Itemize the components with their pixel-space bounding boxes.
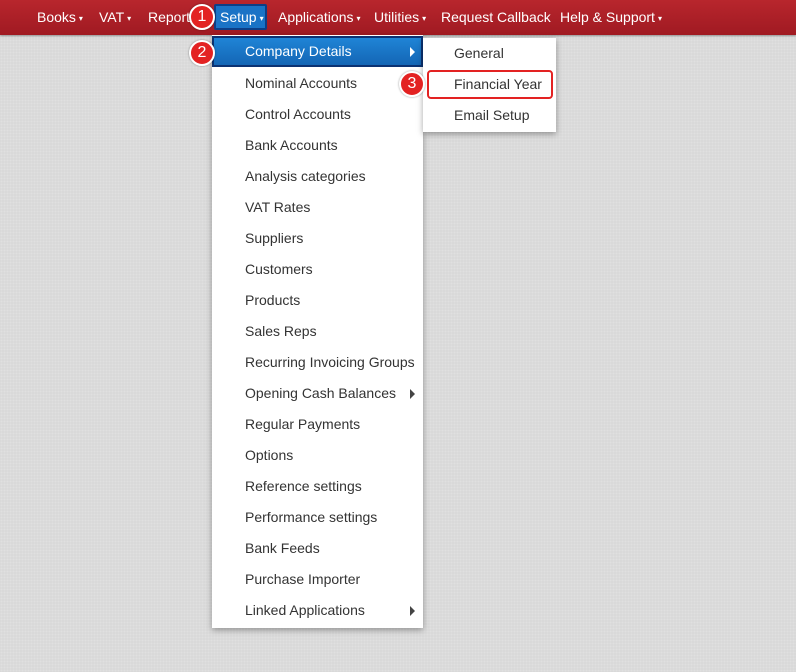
caret-right-icon — [410, 46, 415, 57]
menu-item-label: Opening Cash Balances — [245, 385, 396, 401]
menu-item-label: Regular Payments — [245, 416, 361, 432]
submenu-item-general[interactable]: General — [423, 38, 556, 69]
chevron-down-icon: ▾ — [657, 14, 662, 23]
step-badge-3: 3 — [399, 71, 425, 97]
menu-item-label: Customers — [245, 261, 313, 277]
menu-item-label: Performance settings — [245, 509, 378, 525]
menu-item-regular-payments[interactable]: Regular Payments — [212, 409, 423, 440]
submenu-item-label: Email Setup — [454, 107, 530, 123]
menu-item-label: Options — [245, 447, 294, 463]
menu-item-vat-rates[interactable]: VAT Rates — [212, 192, 423, 223]
financial-year-highlight — [427, 70, 553, 99]
menu-item-label: Products — [245, 292, 301, 308]
menu-item-label: Bank Accounts — [245, 137, 338, 153]
top-navbar: Books ▾ VAT ▾ Reports Setup ▾ Applications ▾… — [0, 0, 796, 35]
nav-setup-label: Setup — [220, 9, 257, 25]
menu-item-company-details[interactable]: Company Details — [212, 36, 423, 67]
chevron-down-icon: ▾ — [78, 14, 83, 23]
menu-item-label: Linked Applications — [245, 602, 365, 618]
menu-item-bank-feeds[interactable]: Bank Feeds — [212, 533, 423, 564]
menu-item-reference-settings[interactable]: Reference settings — [212, 471, 423, 502]
menu-item-analysis-categories[interactable]: Analysis categories — [212, 161, 423, 192]
menu-item-customers[interactable]: Customers — [212, 254, 423, 285]
nav-request-callback-label: Request Callback — [441, 9, 551, 25]
menu-item-opening-cash-balances[interactable]: Opening Cash Balances — [212, 378, 423, 409]
menu-item-bank-accounts[interactable]: Bank Accounts — [212, 130, 423, 161]
menu-item-performance-settings[interactable]: Performance settings — [212, 502, 423, 533]
menu-item-label: Sales Reps — [245, 323, 317, 339]
nav-books-label: Books — [37, 9, 76, 25]
menu-item-nominal-accounts[interactable]: Nominal Accounts — [212, 68, 423, 99]
menu-item-control-accounts[interactable]: Control Accounts — [212, 99, 423, 130]
menu-item-label: Reference settings — [245, 478, 362, 494]
menu-item-label: Control Accounts — [245, 106, 351, 122]
nav-utilities[interactable]: Utilities ▾ — [374, 0, 426, 35]
menu-item-label: Nominal Accounts — [245, 75, 358, 91]
menu-item-products[interactable]: Products — [212, 285, 423, 316]
nav-applications[interactable]: Applications ▾ — [278, 0, 361, 35]
menu-item-label: Purchase Importer — [245, 571, 361, 587]
step-badge-1: 1 — [189, 4, 215, 30]
menu-item-label: Company Details — [245, 43, 352, 59]
menu-item-linked-applications[interactable]: Linked Applications — [212, 595, 423, 626]
submenu-item-email-setup[interactable]: Email Setup — [423, 100, 556, 131]
chevron-down-icon: ▾ — [356, 14, 361, 23]
step-badge-2: 2 — [189, 40, 215, 66]
nav-request-callback[interactable]: Request Callback — [441, 0, 551, 35]
nav-books[interactable]: Books ▾ — [37, 0, 83, 35]
nav-setup[interactable]: Setup ▾ — [220, 0, 264, 35]
nav-vat[interactable]: VAT ▾ — [99, 0, 131, 35]
menu-item-options[interactable]: Options — [212, 440, 423, 471]
menu-item-label: Recurring Invoicing Groups — [245, 354, 415, 370]
nav-applications-label: Applications — [278, 9, 354, 25]
nav-help-support-label: Help & Support — [560, 9, 655, 25]
setup-dropdown-menu: Company Details Nominal Accounts Control… — [212, 35, 423, 628]
menu-item-label: VAT Rates — [245, 199, 311, 215]
menu-item-sales-reps[interactable]: Sales Reps — [212, 316, 423, 347]
menu-item-suppliers[interactable]: Suppliers — [212, 223, 423, 254]
chevron-down-icon: ▾ — [422, 14, 427, 23]
caret-right-icon — [410, 605, 415, 616]
nav-help-support[interactable]: Help & Support ▾ — [560, 0, 662, 35]
menu-item-recurring-invoicing-groups[interactable]: Recurring Invoicing Groups — [212, 347, 423, 378]
menu-item-label: Analysis categories — [245, 168, 366, 184]
chevron-down-icon: ▾ — [259, 14, 264, 23]
nav-utilities-label: Utilities — [374, 9, 420, 25]
nav-vat-label: VAT — [99, 9, 125, 25]
menu-item-purchase-importer[interactable]: Purchase Importer — [212, 564, 423, 595]
submenu-item-label: General — [454, 45, 504, 61]
menu-item-label: Bank Feeds — [245, 540, 320, 556]
chevron-down-icon: ▾ — [127, 14, 132, 23]
caret-right-icon — [410, 388, 415, 399]
menu-item-label: Suppliers — [245, 230, 304, 246]
